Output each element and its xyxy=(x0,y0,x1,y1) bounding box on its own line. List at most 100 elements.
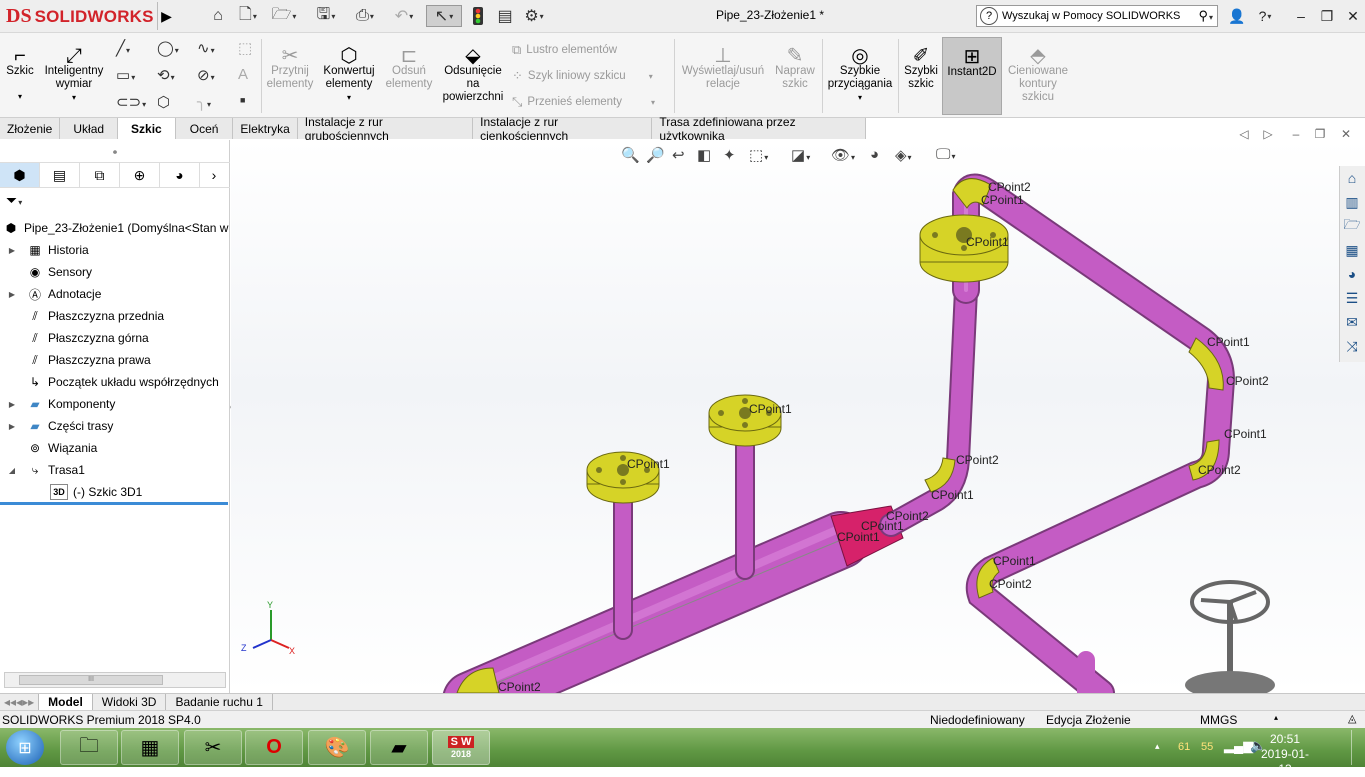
collapse-arrow-icon[interactable]: ◢ xyxy=(6,466,18,475)
tree-item-route-parts[interactable]: ▶ ▰ Części trasy xyxy=(6,415,113,437)
chevron-up-icon[interactable]: ▴ xyxy=(1274,713,1278,722)
tab-layout[interactable]: Układ xyxy=(60,118,119,139)
signal-strength-icon[interactable]: ▂▄▆ xyxy=(1224,738,1253,754)
tab-user-defined-route[interactable]: Trasa zdefiniowana przez użytkownika xyxy=(652,115,866,143)
options-gear-icon[interactable]: ⚙ ▾ xyxy=(518,5,550,27)
pipe-model-3d[interactable]: CPoint2 CPoint1 CPoint1 CPoint1 CPoint2 … xyxy=(231,140,1365,693)
calculator-icon[interactable]: ▦ xyxy=(121,730,179,765)
expand-arrow-icon[interactable]: ▶ xyxy=(6,290,18,299)
tab-tubing[interactable]: Instalacje z rur cienkościennych xyxy=(473,115,653,143)
spline-tool-icon[interactable]: ∿▾ xyxy=(197,39,215,57)
rebuild-traffic-light-icon[interactable] xyxy=(468,5,488,27)
tree-item-history[interactable]: ▶ ▦ Historia xyxy=(6,239,89,261)
repair-sketch-button[interactable]: ✎ Napraw szkic xyxy=(772,37,818,91)
appearances-icon[interactable]: ◕ xyxy=(1340,262,1364,286)
snipping-tool-icon[interactable]: ✂ xyxy=(184,730,242,765)
feature-tree-tab-icon[interactable]: ⬢ xyxy=(0,163,40,187)
tree-item-annotations[interactable]: ▶ Ⓐ Adnotacje xyxy=(6,283,101,305)
chevron-down-icon[interactable]: ▾ xyxy=(649,72,653,81)
tree-item-top-plane[interactable]: ⫽ Płaszczyzna górna xyxy=(6,327,148,349)
polygon-arc-tool-icon[interactable]: ⟲▾ xyxy=(157,66,175,84)
open-folder-icon[interactable]: 🗁 ▾ xyxy=(268,5,300,27)
offset-surface-button[interactable]: ⬙ Odsunięcie na powierzchni xyxy=(438,37,508,104)
routing-library-icon[interactable]: ⤨ xyxy=(1340,334,1364,358)
display-manager-tab-icon[interactable]: ◕ xyxy=(160,163,200,187)
tree-item-components[interactable]: ▶ ▰ Komponenty xyxy=(6,393,115,415)
cpoint-label[interactable]: CPoint1 xyxy=(931,488,974,502)
tree-horizontal-scrollbar[interactable]: III xyxy=(4,672,226,688)
tab-motion-study[interactable]: Badanie ruchu 1 xyxy=(166,694,273,710)
tray-value-a[interactable]: 61 xyxy=(1178,741,1190,753)
user-icon[interactable]: 👤 xyxy=(1226,6,1248,26)
offset-button[interactable]: ⊏ Odsuń elementy xyxy=(382,37,436,91)
tree-item-right-plane[interactable]: ⫽ Płaszczyzna prawa xyxy=(6,349,150,371)
property-manager-tab-icon[interactable]: ▤ xyxy=(40,163,80,187)
cpoint-label[interactable]: CPoint2 xyxy=(956,453,999,467)
linear-pattern-button[interactable]: ⁘ Szyk liniowy szkicu ▾ xyxy=(512,68,653,84)
cpoint-label[interactable]: CPoint2 xyxy=(498,680,541,693)
viewport-back-icon[interactable]: ◁ xyxy=(1234,124,1254,144)
expand-arrow-icon[interactable]: ▶ xyxy=(6,246,18,255)
save-icon[interactable]: 🖫 ▾ xyxy=(310,5,342,27)
chevron-down-icon[interactable]: ▾ xyxy=(39,91,109,104)
point-tool-icon[interactable]: ■ xyxy=(240,95,245,105)
tree-item-sensors[interactable]: ◉ Sensory xyxy=(6,261,92,283)
cpoint-label[interactable]: CPoint1 xyxy=(981,193,1024,207)
custom-properties-icon[interactable]: ☰ xyxy=(1340,286,1364,310)
cpoint-label[interactable]: CPoint1 xyxy=(627,457,670,471)
system-clock[interactable]: 20:51 2019-01-13 xyxy=(1255,732,1315,777)
configuration-manager-tab-icon[interactable]: ⧉ xyxy=(80,163,120,187)
slot-tool-icon[interactable]: ⊂⊃▾ xyxy=(116,93,146,111)
select-pointer-icon[interactable]: ↖ ▾ xyxy=(426,5,462,27)
line-tool-icon[interactable]: ╱▾ xyxy=(116,39,130,57)
relations-button[interactable]: ⊥ Wyświetlaj/usuń relacje xyxy=(678,37,768,91)
tree-item-mates[interactable]: ⊚ Wiązania xyxy=(6,437,97,459)
dimxpert-tab-icon[interactable]: ⊕ xyxy=(120,163,160,187)
close-icon[interactable]: ✕ xyxy=(1342,6,1364,26)
chevron-down-icon[interactable]: ▾ xyxy=(3,90,37,103)
cpoint-label[interactable]: CPoint2 xyxy=(1226,374,1269,388)
menu-expand-icon[interactable]: ▶ xyxy=(157,2,175,30)
tray-expand-icon[interactable]: ▴ xyxy=(1155,741,1160,752)
move-button[interactable]: ⤡ Przenieś elementy ▾ xyxy=(512,94,655,110)
status-resize-icon[interactable]: ◬ xyxy=(1348,712,1356,725)
tab-model[interactable]: Model xyxy=(39,694,93,710)
unit-system[interactable]: MMGS xyxy=(1200,713,1237,727)
solidworks-forum-icon[interactable]: ✉ xyxy=(1340,310,1364,334)
fillet-tool-icon[interactable]: ╮▾ xyxy=(197,93,211,111)
minimize-icon[interactable]: – xyxy=(1290,6,1312,26)
hexagon-tool-icon[interactable]: ⬡ xyxy=(157,93,170,111)
show-desktop-button[interactable] xyxy=(1351,730,1361,765)
home-icon[interactable]: ⌂ xyxy=(207,5,229,27)
design-library-icon[interactable]: ▥ xyxy=(1340,190,1364,214)
chevron-down-icon[interactable]: ▾ xyxy=(318,91,380,104)
tree-item-3d-sketch[interactable]: 3D (-) Szkic 3D1 xyxy=(50,481,142,503)
tree-root-assembly[interactable]: ⬢ Pipe_23-Złożenie1 (Domyślna<Stan w xyxy=(0,217,229,239)
cpoint-label[interactable]: CPoint1 xyxy=(1224,427,1267,441)
sticky-notes-icon[interactable]: ▰ xyxy=(370,730,428,765)
tab-evaluate[interactable]: Oceń xyxy=(176,118,234,139)
search-icon[interactable]: ⚲▾ xyxy=(1198,8,1213,24)
viewport-forward-icon[interactable]: ▷ xyxy=(1258,124,1278,144)
chevron-right-icon[interactable]: › xyxy=(200,163,228,187)
tab-scroll-arrows-icon[interactable]: ◂◂◂▸▸ xyxy=(0,694,40,710)
tab-piping[interactable]: Instalacje z rur grubościennych xyxy=(298,115,474,143)
undo-icon[interactable]: ↶ ▾ xyxy=(388,5,420,27)
paint-icon[interactable]: 🎨 xyxy=(308,730,366,765)
shaded-contours-button[interactable]: ⬘ Cieniowane kontury szkicu xyxy=(1004,37,1072,104)
sketch-button[interactable]: ⌐ Szkic ▾ xyxy=(3,37,37,103)
cpoint-label[interactable]: CPoint2 xyxy=(988,180,1031,194)
tab-assembly[interactable]: Złożenie xyxy=(0,118,61,139)
print-icon[interactable]: ⎙ ▾ xyxy=(349,5,381,27)
viewport-minimize-icon[interactable]: – xyxy=(1286,124,1306,144)
cpoint-label[interactable]: CPoint1 xyxy=(993,554,1036,568)
cpoint-label[interactable]: CPoint1 xyxy=(1207,335,1250,349)
ellipse-tool-icon[interactable]: ⊘▾ xyxy=(197,66,215,84)
graphics-viewport[interactable]: 🔍 🔎 ↩ ◧ ✦ ⬚▾ ◪▾ 👁▾ ◕ ◈▾ 🖵▾ CPoint2 CPoin… xyxy=(231,140,1365,693)
construction-grid-icon[interactable]: ⬚ xyxy=(238,39,252,57)
tab-electrical[interactable]: Elektryka xyxy=(233,118,298,139)
circle-tool-icon[interactable]: ◯▾ xyxy=(157,39,179,57)
viewport-close-icon[interactable]: ✕ xyxy=(1336,124,1356,144)
trim-button[interactable]: ✂ Przytnij elementy xyxy=(264,37,316,91)
chevron-down-icon[interactable]: ▾ xyxy=(825,91,895,104)
